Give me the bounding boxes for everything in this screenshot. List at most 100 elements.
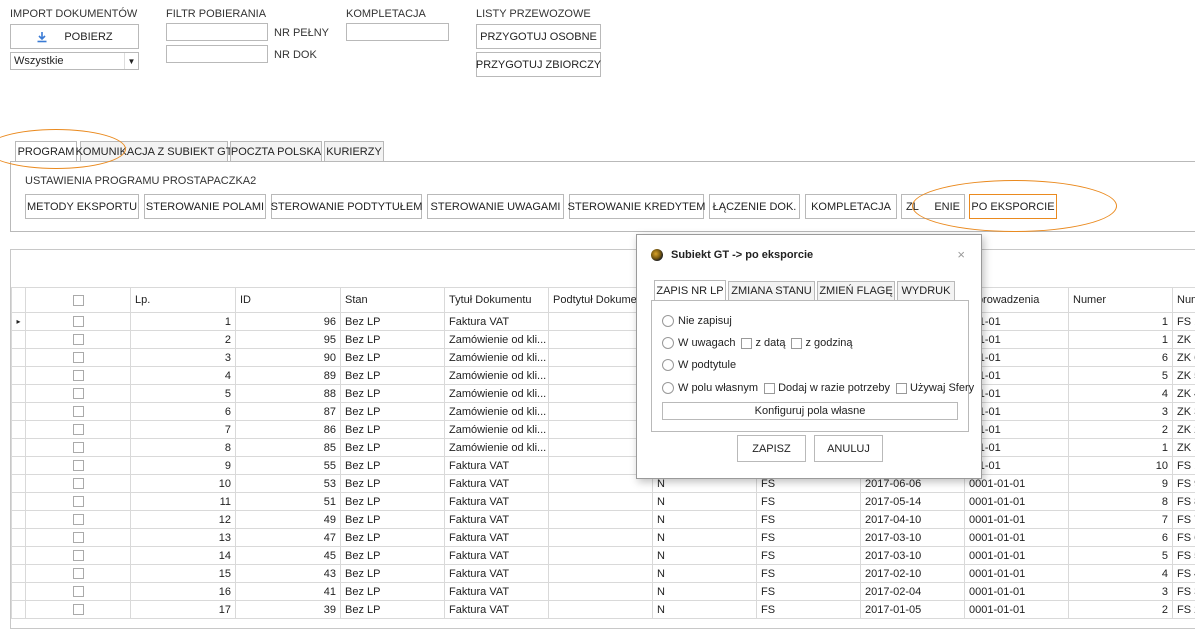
- table-cell: 9: [131, 457, 236, 475]
- full-number-input[interactable]: [166, 23, 268, 41]
- table-cell: 2017-03-10: [861, 547, 965, 565]
- option-none[interactable]: Nie zapisuj: [662, 315, 732, 327]
- row-checkbox[interactable]: [73, 514, 84, 525]
- row-checkbox[interactable]: [73, 442, 84, 453]
- table-cell: 6: [131, 403, 236, 421]
- column-header-title[interactable]: Tytuł Dokumentu: [445, 288, 549, 313]
- row-checkbox[interactable]: [73, 532, 84, 543]
- table-row[interactable]: 489Bez LPZamówienie od kli...-01-015ZK 5…: [12, 367, 1195, 385]
- table-row[interactable]: 955Bez LPFaktura VAT-01-0110FS 10/5: [12, 457, 1195, 475]
- export-methods-button[interactable]: METODY EKSPORTU: [25, 194, 139, 219]
- row-checkbox[interactable]: [73, 388, 84, 399]
- with-time-label: z godziną: [805, 337, 852, 349]
- partially-hidden-button-label-start: ZL: [906, 201, 919, 213]
- subtitle-control-button[interactable]: STEROWANIE PODTYTUŁEM: [271, 194, 422, 219]
- credit-control-button[interactable]: STEROWANIE KREDYTEM: [569, 194, 704, 219]
- with-time-checkbox[interactable]: [791, 338, 802, 349]
- configure-own-fields-button[interactable]: Konfiguruj pola własne: [662, 402, 958, 420]
- table-cell: 10: [1069, 457, 1173, 475]
- row-checkbox[interactable]: [73, 334, 84, 345]
- table-row[interactable]: 1053Bez LPFaktura VATNFS2017-06-060001-0…: [12, 475, 1195, 493]
- radio-subtitle[interactable]: [662, 359, 674, 371]
- row-checkbox[interactable]: [73, 550, 84, 561]
- completion-settings-button[interactable]: KOMPLETACJA: [805, 194, 897, 219]
- add-if-needed-checkbox[interactable]: [764, 383, 775, 394]
- column-header-lp[interactable]: Lp.: [131, 288, 236, 313]
- table-row[interactable]: 1151Bez LPFaktura VATNFS2017-05-140001-0…: [12, 493, 1195, 511]
- prepare-separate-button[interactable]: PRZYGOTUJ OSOBNE: [476, 24, 601, 49]
- row-checkbox[interactable]: [73, 406, 84, 417]
- option-own-field[interactable]: W polu własnym Dodaj w razie potrzeby Uż…: [662, 382, 974, 394]
- radio-own-field[interactable]: [662, 382, 674, 394]
- table-row[interactable]: 1543Bez LPFaktura VATNFS2017-02-100001-0…: [12, 565, 1195, 583]
- row-checkbox[interactable]: [73, 478, 84, 489]
- dialog-tab-change-flag[interactable]: ZMIEŃ FLAGĘ: [817, 281, 895, 300]
- table-cell: FS: [757, 529, 861, 547]
- after-export-button[interactable]: PO EKSPORCIE: [969, 194, 1057, 219]
- table-cell: Zamówienie od kli...: [445, 385, 549, 403]
- column-header-stan[interactable]: Stan: [341, 288, 445, 313]
- row-checkbox[interactable]: [73, 370, 84, 381]
- column-header-full-number[interactable]: Nume: [1173, 288, 1195, 313]
- table-cell: Bez LP: [341, 493, 445, 511]
- table-cell: FS 4/5: [1173, 565, 1195, 583]
- tab-kurierzy[interactable]: KURIERZY: [324, 141, 384, 161]
- select-all-checkbox[interactable]: [73, 295, 84, 306]
- prepare-bulk-button[interactable]: PRZYGOTUJ ZBIORCZY: [476, 52, 601, 77]
- table-row[interactable]: ▸196Bez LPFaktura VAT-01-011FS 1/1: [12, 313, 1195, 331]
- table-row[interactable]: 390Bez LPZamówienie od kli...-01-016ZK 6…: [12, 349, 1195, 367]
- tab-poczta-polska[interactable]: POCZTA POLSKA: [230, 141, 322, 161]
- row-checkbox[interactable]: [73, 316, 84, 327]
- tab-program[interactable]: PROGRAM: [15, 141, 77, 162]
- radio-none[interactable]: [662, 315, 674, 327]
- table-row[interactable]: 1641Bez LPFaktura VATNFS2017-02-040001-0…: [12, 583, 1195, 601]
- table-cell: FS 3/5: [1173, 583, 1195, 601]
- dialog-tab-status-change[interactable]: ZMIANA STANU: [728, 281, 815, 300]
- option-subtitle[interactable]: W podtytule: [662, 359, 736, 371]
- table-row[interactable]: 885Bez LPZamówienie od kli...-01-011ZK 1…: [12, 439, 1195, 457]
- column-header-number[interactable]: Numer: [1069, 288, 1173, 313]
- table-cell: FS 6/5: [1173, 529, 1195, 547]
- use-spheres-checkbox[interactable]: [896, 383, 907, 394]
- option-notes[interactable]: W uwagach z datą z godziną: [662, 337, 853, 349]
- table-cell: 5: [1069, 367, 1173, 385]
- table-row[interactable]: 1347Bez LPFaktura VATNFS2017-03-100001-0…: [12, 529, 1195, 547]
- dialog-tab-lp-save[interactable]: ZAPIS NR LP: [654, 280, 726, 301]
- table-row[interactable]: 1739Bez LPFaktura VATNFS2017-01-050001-0…: [12, 601, 1195, 619]
- partially-hidden-button[interactable]: ZL ENIE: [901, 194, 965, 219]
- tab-subiekt-communication[interactable]: KOMUNIKACJA Z SUBIEKT GT: [80, 141, 228, 161]
- dialog-tab-print[interactable]: WYDRUK: [897, 281, 955, 300]
- row-checkbox[interactable]: [73, 568, 84, 579]
- table-row[interactable]: 1249Bez LPFaktura VATNFS2017-04-100001-0…: [12, 511, 1195, 529]
- column-header-id[interactable]: ID: [236, 288, 341, 313]
- with-date-checkbox[interactable]: [741, 338, 752, 349]
- radio-notes[interactable]: [662, 337, 674, 349]
- merge-documents-button[interactable]: ŁĄCZENIE DOK.: [709, 194, 800, 219]
- document-type-select[interactable]: Wszystkie ▼: [10, 52, 139, 70]
- notes-control-button[interactable]: STEROWANIE UWAGAMI: [427, 194, 564, 219]
- save-button[interactable]: ZAPISZ: [737, 435, 806, 462]
- row-checkbox[interactable]: [73, 604, 84, 615]
- row-checkbox[interactable]: [73, 352, 84, 363]
- field-control-button[interactable]: STEROWANIE POLAMI: [144, 194, 266, 219]
- table-cell: Bez LP: [341, 475, 445, 493]
- table-cell: FS: [757, 583, 861, 601]
- table-row[interactable]: 295Bez LPZamówienie od kli...-01-011ZK 1…: [12, 331, 1195, 349]
- table-cell: Bez LP: [341, 511, 445, 529]
- fetch-button[interactable]: POBIERZ: [10, 24, 139, 49]
- row-checkbox[interactable]: [73, 424, 84, 435]
- table-row[interactable]: 588Bez LPZamówienie od kli...-01-014ZK 4…: [12, 385, 1195, 403]
- table-row[interactable]: 1445Bez LPFaktura VATNFS2017-03-100001-0…: [12, 547, 1195, 565]
- table-row[interactable]: 687Bez LPZamówienie od kli...-01-013ZK 3…: [12, 403, 1195, 421]
- doc-number-input[interactable]: [166, 45, 268, 63]
- row-checkbox[interactable]: [73, 496, 84, 507]
- download-icon: [36, 31, 48, 43]
- cancel-button[interactable]: ANULUJ: [814, 435, 883, 462]
- table-cell: 43: [236, 565, 341, 583]
- completion-input[interactable]: [346, 23, 449, 41]
- row-checkbox[interactable]: [73, 586, 84, 597]
- close-icon[interactable]: ×: [957, 247, 965, 262]
- row-select-cell: [26, 583, 131, 601]
- row-checkbox[interactable]: [73, 460, 84, 471]
- table-row[interactable]: 786Bez LPZamówienie od kli...-01-012ZK 2…: [12, 421, 1195, 439]
